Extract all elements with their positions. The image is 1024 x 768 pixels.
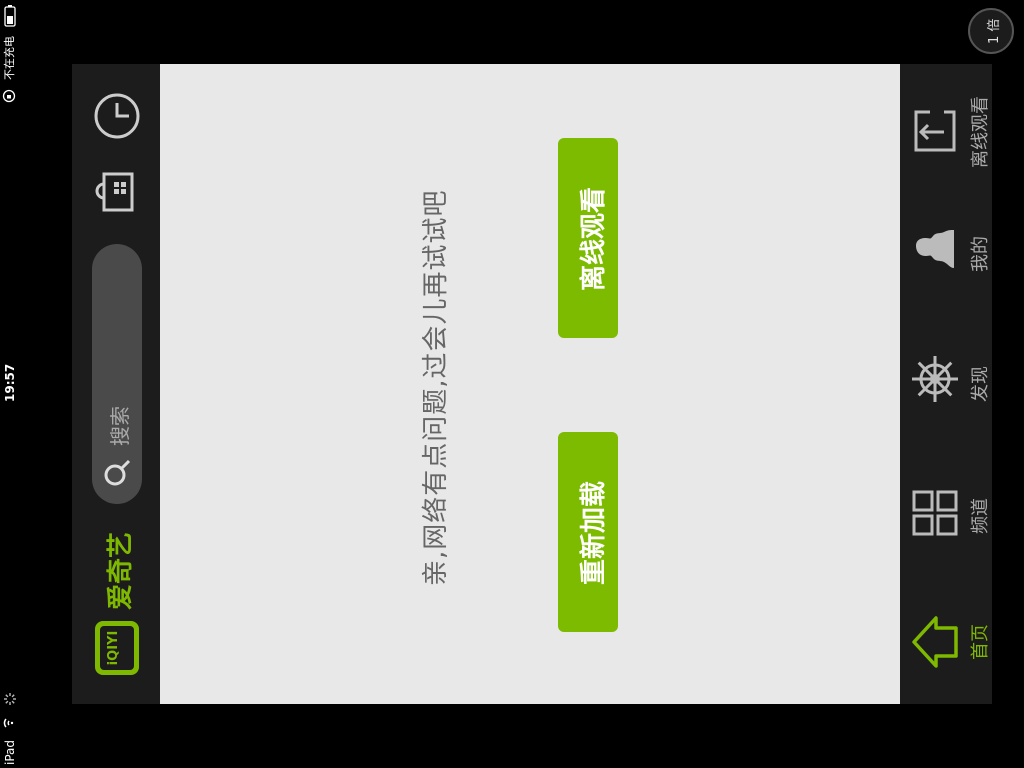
- offline-watch-button[interactable]: 离线观看: [558, 138, 618, 338]
- nav-label-mine: 我的: [970, 236, 991, 272]
- nav-label-offline: 离线观看: [970, 96, 991, 168]
- nav-item-channels[interactable]: 频道: [900, 456, 992, 566]
- main-content: 亲,网络有点问题,过会儿再试试吧 离线观看 重新加载: [160, 64, 900, 704]
- battery-icon: [4, 5, 16, 27]
- nav-item-offline[interactable]: 离线观看: [900, 84, 992, 194]
- ship-wheel-icon: [912, 356, 958, 402]
- app-store-bag-icon[interactable]: [92, 164, 142, 214]
- speed-badge[interactable]: 1 倍: [968, 8, 1014, 54]
- nav-item-discover[interactable]: 发现: [900, 326, 992, 436]
- app-logo-text: 爱奇艺: [106, 531, 136, 610]
- iqiyi-logo-icon: iQIYI: [95, 621, 139, 675]
- status-time: 19:57: [3, 363, 17, 402]
- nav-item-home[interactable]: 首页: [900, 584, 992, 694]
- grid-icon: [912, 490, 958, 536]
- right-nav: 离线观看 我的 发现 频道 首页: [900, 64, 992, 704]
- wifi-icon: [3, 718, 14, 728]
- svg-text:iQIYI: iQIYI: [106, 631, 121, 666]
- app-window: 搜索 爱奇艺 iQIYI 亲,网络有点问题,过会儿再试试吧 离线观看 重新加载: [72, 64, 992, 704]
- nav-item-mine[interactable]: 我的: [900, 196, 992, 306]
- status-bar: iPad 19:57 不在充电: [0, 0, 20, 768]
- nav-label-home: 首页: [970, 624, 991, 660]
- search-placeholder: 搜索: [108, 406, 132, 446]
- battery-status-label: 不在充电: [3, 36, 16, 80]
- history-clock-icon[interactable]: [93, 92, 141, 140]
- download-box-icon: [914, 110, 956, 152]
- activity-spinner-icon: [4, 693, 16, 705]
- reload-button[interactable]: 重新加载: [558, 432, 618, 632]
- reload-button-label: 重新加载: [579, 480, 609, 585]
- speed-badge-label: 1 倍: [987, 18, 1002, 44]
- network-error-message: 亲,网络有点问题,过会儿再试试吧: [421, 189, 451, 586]
- search-input[interactable]: 搜索: [92, 244, 142, 504]
- home-icon: [912, 616, 958, 668]
- rotation-lock-icon: [2, 89, 16, 103]
- offline-watch-button-label: 离线观看: [579, 186, 609, 291]
- device-label: iPad: [3, 739, 17, 765]
- search-icon: [104, 459, 131, 486]
- person-icon: [916, 230, 954, 268]
- left-sidebar: 搜索 爱奇艺 iQIYI: [72, 64, 160, 704]
- nav-label-discover: 发现: [970, 366, 991, 402]
- nav-label-channels: 频道: [970, 498, 991, 534]
